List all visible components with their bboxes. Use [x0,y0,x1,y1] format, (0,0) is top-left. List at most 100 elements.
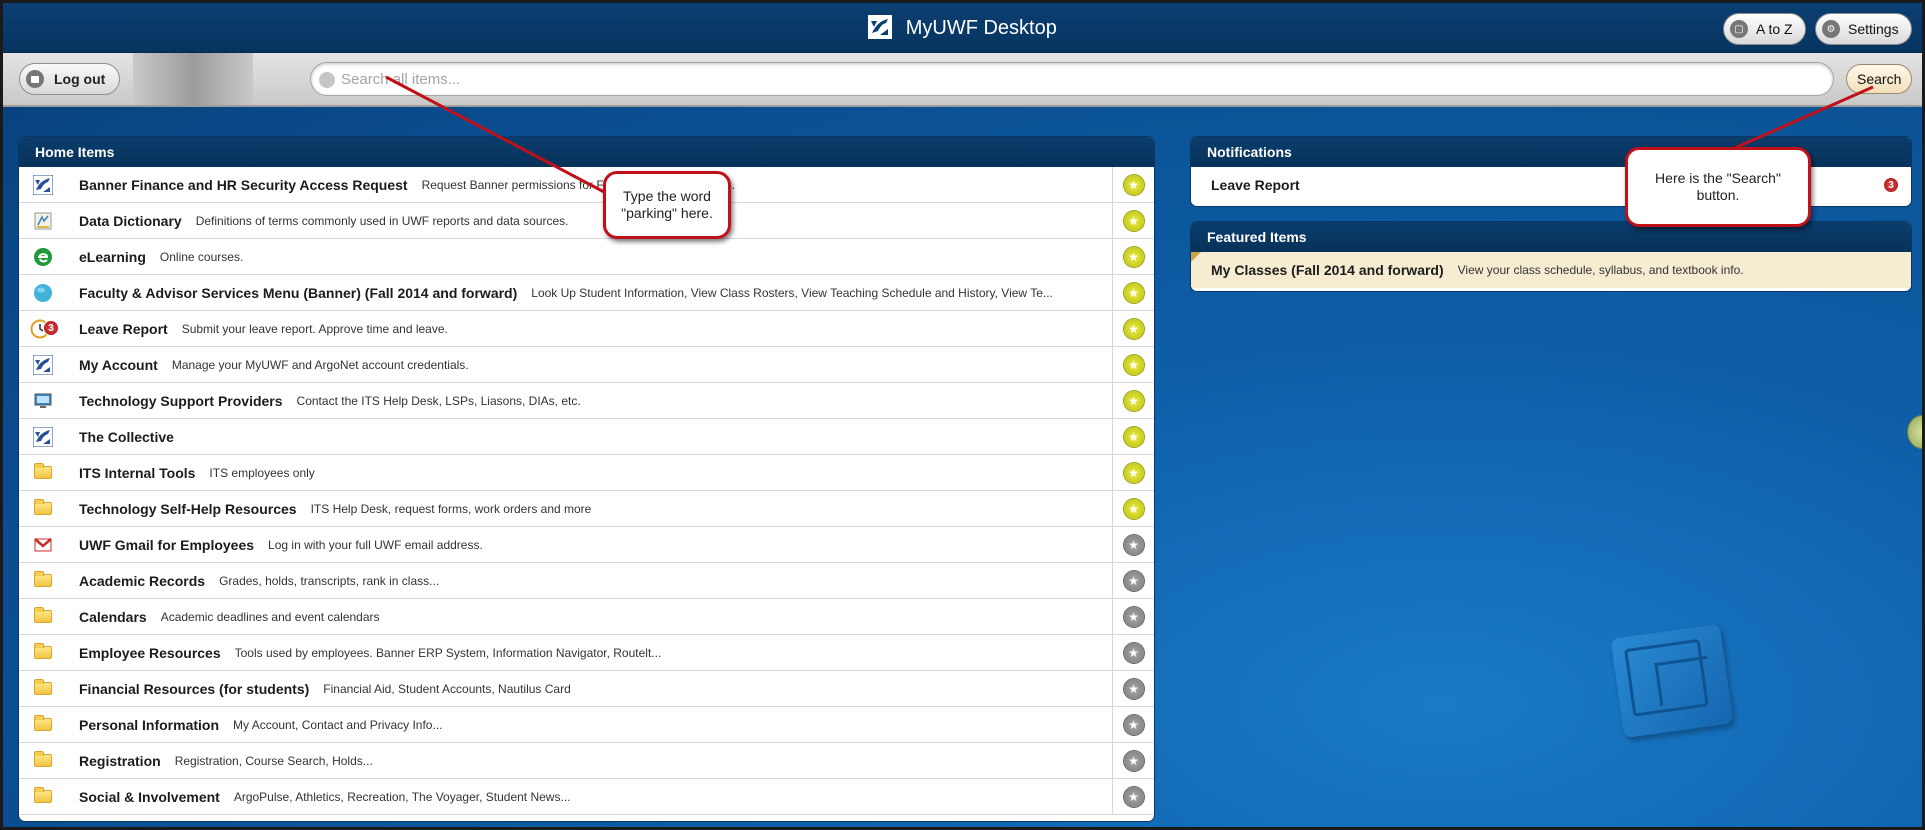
gear-icon: ⚙ [1822,20,1840,38]
favorite-toggle[interactable]: ★ [1112,491,1154,526]
home-item-registration[interactable]: Registration Registration, Course Search,… [19,743,1154,779]
favorite-toggle[interactable]: ★ [1112,707,1154,742]
home-items-panel: Home Items Banner Finance and HR Securit… [19,137,1154,821]
home-item-personal-information[interactable]: Personal Information My Account, Contact … [19,707,1154,743]
star-icon: ★ [1123,426,1144,447]
featured-item-title: My Classes (Fall 2014 and forward) [1211,262,1444,278]
app-window: MyUWF Desktop ▢ A to Z ⚙ Settings Log ou… [0,0,1925,830]
home-item-employee-resources[interactable]: Employee Resources Tools used by employee… [19,635,1154,671]
app-title: MyUWF Desktop [3,15,1922,40]
star-icon: ★ [1123,210,1144,231]
star-icon: ★ [1123,174,1144,195]
gmail-icon [19,535,67,555]
home-item-desc: Submit your leave report. Approve time a… [181,321,448,336]
featured-items-panel: Featured Items My Classes (Fall 2014 and… [1191,222,1911,291]
logout-button[interactable]: Log out [19,63,121,95]
side-tab-handle[interactable] [1907,415,1922,449]
favorite-toggle[interactable]: ★ [1112,455,1154,490]
home-items-list: Banner Finance and HR Security Access Re… [19,167,1154,815]
favorite-toggle[interactable]: ★ [1112,671,1154,706]
favorite-toggle[interactable]: ★ [1112,563,1154,598]
home-item-title: Technology Self-Help Resources [79,500,297,517]
search-button-label: Search [1857,71,1902,87]
home-item-title: Personal Information [79,716,220,733]
favorite-toggle[interactable]: ★ [1112,599,1154,634]
favorite-toggle[interactable]: ★ [1112,347,1154,382]
featured-item-desc: View your class schedule, syllabus, and … [1457,263,1744,277]
search-input[interactable] [341,63,1821,95]
home-item-uwf-gmail-for-employees[interactable]: UWF Gmail for Employees Log in with your … [19,527,1154,563]
search-box [310,62,1834,96]
home-item-desc: Academic deadlines and event calendars [160,609,380,624]
star-icon: ★ [1123,318,1144,339]
favorite-toggle[interactable]: ★ [1112,635,1154,670]
lock-icon [26,70,44,88]
top-header: MyUWF Desktop ▢ A to Z ⚙ Settings [3,3,1922,53]
folder-icon [19,679,67,695]
home-item-desc: Registration, Course Search, Holds... [174,753,373,768]
home-item-academic-records[interactable]: Academic Records Grades, holds, transcrip… [19,563,1154,599]
favorite-toggle[interactable]: ★ [1112,311,1154,346]
home-item-title: Employee Resources [79,644,221,661]
settings-button[interactable]: ⚙ Settings [1815,13,1912,45]
monitor-icon [19,391,67,411]
settings-label: Settings [1848,21,1899,37]
search-button[interactable]: Search [1846,64,1913,94]
favorite-toggle[interactable]: ★ [1112,527,1154,562]
folder-icon [19,715,67,731]
home-item-financial-resources-for-students[interactable]: Financial Resources (for students) Financ… [19,671,1154,707]
home-items-title: Home Items [19,137,1154,167]
favorite-toggle[interactable]: ★ [1112,419,1154,454]
home-item-desc: Definitions of terms commonly used in UW… [195,213,569,228]
home-item-title: Financial Resources (for students) [79,680,310,697]
star-icon: ★ [1123,390,1144,411]
folder-icon [19,463,67,479]
home-item-desc: Look Up Student Information, View Class … [531,285,1053,300]
home-item-the-collective[interactable]: The Collective ★ [19,419,1154,455]
home-item-technology-support-providers[interactable]: Technology Support Providers Contact the … [19,383,1154,419]
uwf-argo-logo-icon [868,15,893,39]
home-item-calendars[interactable]: Calendars Academic deadlines and event ca… [19,599,1154,635]
home-item-technology-self-help-resources[interactable]: Technology Self-Help Resources ITS Help D… [19,491,1154,527]
folder-icon [19,751,67,767]
home-item-my-account[interactable]: My Account Manage your MyUWF and ArgoNet … [19,347,1154,383]
home-item-title: Leave Report [79,320,168,337]
search-icon [319,72,335,88]
a-to-z-button[interactable]: ▢ A to Z [1723,13,1806,45]
callout-search-button-text: Here is the "Search" button. [1655,170,1781,203]
favorite-toggle[interactable]: ★ [1112,275,1154,310]
home-item-its-internal-tools[interactable]: ITS Internal Tools ITS employees only ★ [19,455,1154,491]
star-icon: ★ [1123,462,1144,483]
home-item-desc: ITS employees only [209,465,315,480]
folder-icon [19,787,67,803]
star-icon: ★ [1123,534,1144,555]
home-item-elearning[interactable]: eLearning Online courses. ★ [19,239,1154,275]
star-icon: ★ [1123,750,1144,771]
folder-icon [19,499,67,515]
elearning-icon [19,247,67,267]
search-toolbar: Log out Search [3,53,1922,107]
favorite-toggle[interactable]: ★ [1112,203,1154,238]
favorite-toggle[interactable]: ★ [1112,167,1154,202]
star-icon: ★ [1123,498,1144,519]
favorite-toggle[interactable]: ★ [1112,383,1154,418]
home-item-leave-report[interactable]: 3 Leave Report Submit your leave report. A… [19,311,1154,347]
clock-icon: 3 [19,319,67,339]
home-item-banner-finance-and-hr-security-access-request[interactable]: Banner Finance and HR Security Access Re… [19,167,1154,203]
home-item-social-involvement[interactable]: Social & Involvement ArgoPulse, Athletics… [19,779,1154,815]
favorite-toggle[interactable]: ★ [1112,239,1154,274]
star-icon: ★ [1123,246,1144,267]
home-item-title: Social & Involvement [79,788,220,805]
home-item-data-dictionary[interactable]: Data Dictionary Definitions of terms comm… [19,203,1154,239]
home-item-title: Data Dictionary [79,212,182,229]
home-item-desc: Tools used by employees. Banner ERP Syst… [234,645,662,660]
home-item-faculty-advisor-services-menu-banner-fall-2014-and-forward[interactable]: Faculty & Advisor Services Menu (Banner)… [19,275,1154,311]
home-item-title: Faculty & Advisor Services Menu (Banner)… [79,284,518,301]
home-item-title: ITS Internal Tools [79,464,196,481]
a-to-z-label: A to Z [1756,21,1793,37]
favorite-toggle[interactable]: ★ [1112,779,1154,814]
home-item-desc: ArgoPulse, Athletics, Recreation, The Vo… [233,789,571,804]
featured-item-my-classes[interactable]: My Classes (Fall 2014 and forward) View … [1191,252,1911,288]
favorite-toggle[interactable]: ★ [1112,743,1154,778]
home-item-desc: Log in with your full UWF email address. [268,537,483,552]
